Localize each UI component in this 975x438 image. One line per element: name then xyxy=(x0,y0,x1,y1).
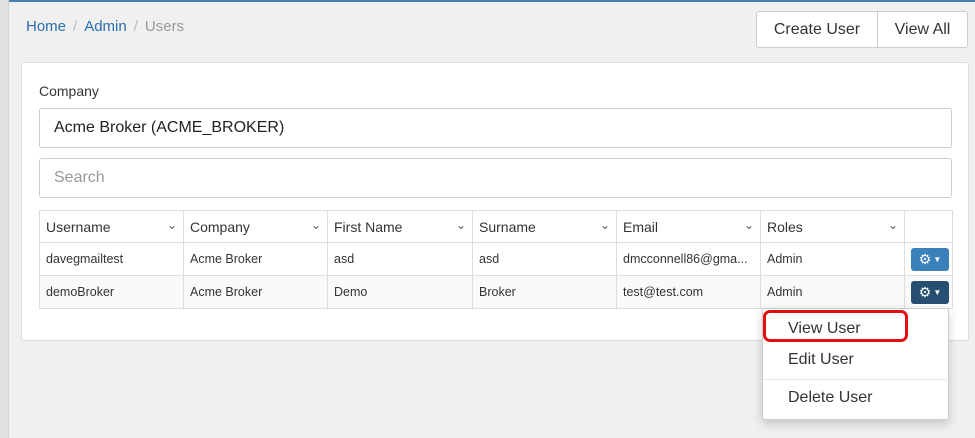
breadcrumb-admin-link[interactable]: Admin xyxy=(84,18,127,35)
column-header-label: Username xyxy=(46,218,111,235)
cell-actions: ⚙ ▼ xyxy=(904,242,953,276)
row-action-button[interactable]: ⚙ ▼ xyxy=(911,280,949,304)
caret-down-icon: ▼ xyxy=(933,287,942,297)
cell-email: dmcconnell86@gma... xyxy=(616,242,761,276)
table-header-row: Username ⌄ Company ⌄ First Name ⌄ Surname ⌄ … xyxy=(39,210,953,243)
chevron-down-icon[interactable]: ⌄ xyxy=(456,218,466,232)
column-header-surname[interactable]: Surname ⌄ xyxy=(472,210,617,243)
column-header-roles[interactable]: Roles ⌄ xyxy=(760,210,905,243)
breadcrumb-separator: / xyxy=(133,18,138,35)
menu-item-edit-user[interactable]: Edit User xyxy=(788,351,854,369)
column-header-label: First Name xyxy=(334,218,403,235)
cell-company: Acme Broker xyxy=(183,242,328,276)
caret-down-icon: ▼ xyxy=(933,254,942,264)
chevron-down-icon[interactable]: ⌄ xyxy=(600,218,610,232)
company-select[interactable]: Acme Broker (ACME_BROKER) xyxy=(39,108,952,148)
cell-roles: Admin xyxy=(760,242,905,276)
breadcrumb-separator: / xyxy=(73,18,78,35)
table-row: demoBroker Acme Broker Demo Broker test@… xyxy=(39,275,953,309)
chevron-down-icon[interactable]: ⌄ xyxy=(167,218,177,232)
users-table: Username ⌄ Company ⌄ First Name ⌄ Surname ⌄ … xyxy=(39,210,953,309)
cell-email: test@test.com xyxy=(616,275,761,309)
gear-icon: ⚙ xyxy=(918,283,932,300)
column-header-company[interactable]: Company ⌄ xyxy=(183,210,328,243)
menu-item-delete-user[interactable]: Delete User xyxy=(788,389,872,407)
menu-divider xyxy=(764,379,947,380)
column-header-first-name[interactable]: First Name ⌄ xyxy=(327,210,473,243)
view-all-button[interactable]: View All xyxy=(878,11,968,48)
cell-username: davegmailtest xyxy=(39,242,184,276)
cell-surname: asd xyxy=(472,242,617,276)
column-header-label: Company xyxy=(190,218,250,235)
column-header-username[interactable]: Username ⌄ xyxy=(39,210,184,243)
column-header-email[interactable]: Email ⌄ xyxy=(616,210,761,243)
cell-actions: ⚙ ▼ xyxy=(904,275,953,309)
table-row: davegmailtest Acme Broker asd asd dmccon… xyxy=(39,242,953,276)
cell-surname: Broker xyxy=(472,275,617,309)
column-header-label: Surname xyxy=(479,218,536,235)
cell-username: demoBroker xyxy=(39,275,184,309)
header-button-group: Create User View All xyxy=(756,11,968,48)
column-header-label: Roles xyxy=(767,218,803,235)
cell-roles: Admin xyxy=(760,275,905,309)
chevron-down-icon[interactable]: ⌄ xyxy=(311,218,321,232)
breadcrumb-home-link[interactable]: Home xyxy=(26,18,66,35)
chevron-down-icon[interactable]: ⌄ xyxy=(744,218,754,232)
column-header-label: Email xyxy=(623,218,659,235)
cell-first-name: Demo xyxy=(327,275,473,309)
breadcrumb-current: Users xyxy=(144,18,185,35)
create-user-button[interactable]: Create User xyxy=(756,11,878,48)
company-label: Company xyxy=(39,83,99,99)
cell-company: Acme Broker xyxy=(183,275,328,309)
search-input[interactable] xyxy=(39,158,952,198)
users-panel: Company Acme Broker (ACME_BROKER) Userna… xyxy=(21,62,969,341)
chevron-down-icon[interactable]: ⌄ xyxy=(888,218,898,232)
left-window-edge xyxy=(0,0,9,438)
row-action-button[interactable]: ⚙ ▼ xyxy=(911,247,949,271)
column-header-actions xyxy=(904,210,953,243)
top-accent-bar xyxy=(0,0,975,2)
cell-first-name: asd xyxy=(327,242,473,276)
breadcrumb: Home / Admin / Users xyxy=(26,18,184,35)
highlight-annotation xyxy=(763,310,908,342)
gear-icon: ⚙ xyxy=(918,250,932,267)
